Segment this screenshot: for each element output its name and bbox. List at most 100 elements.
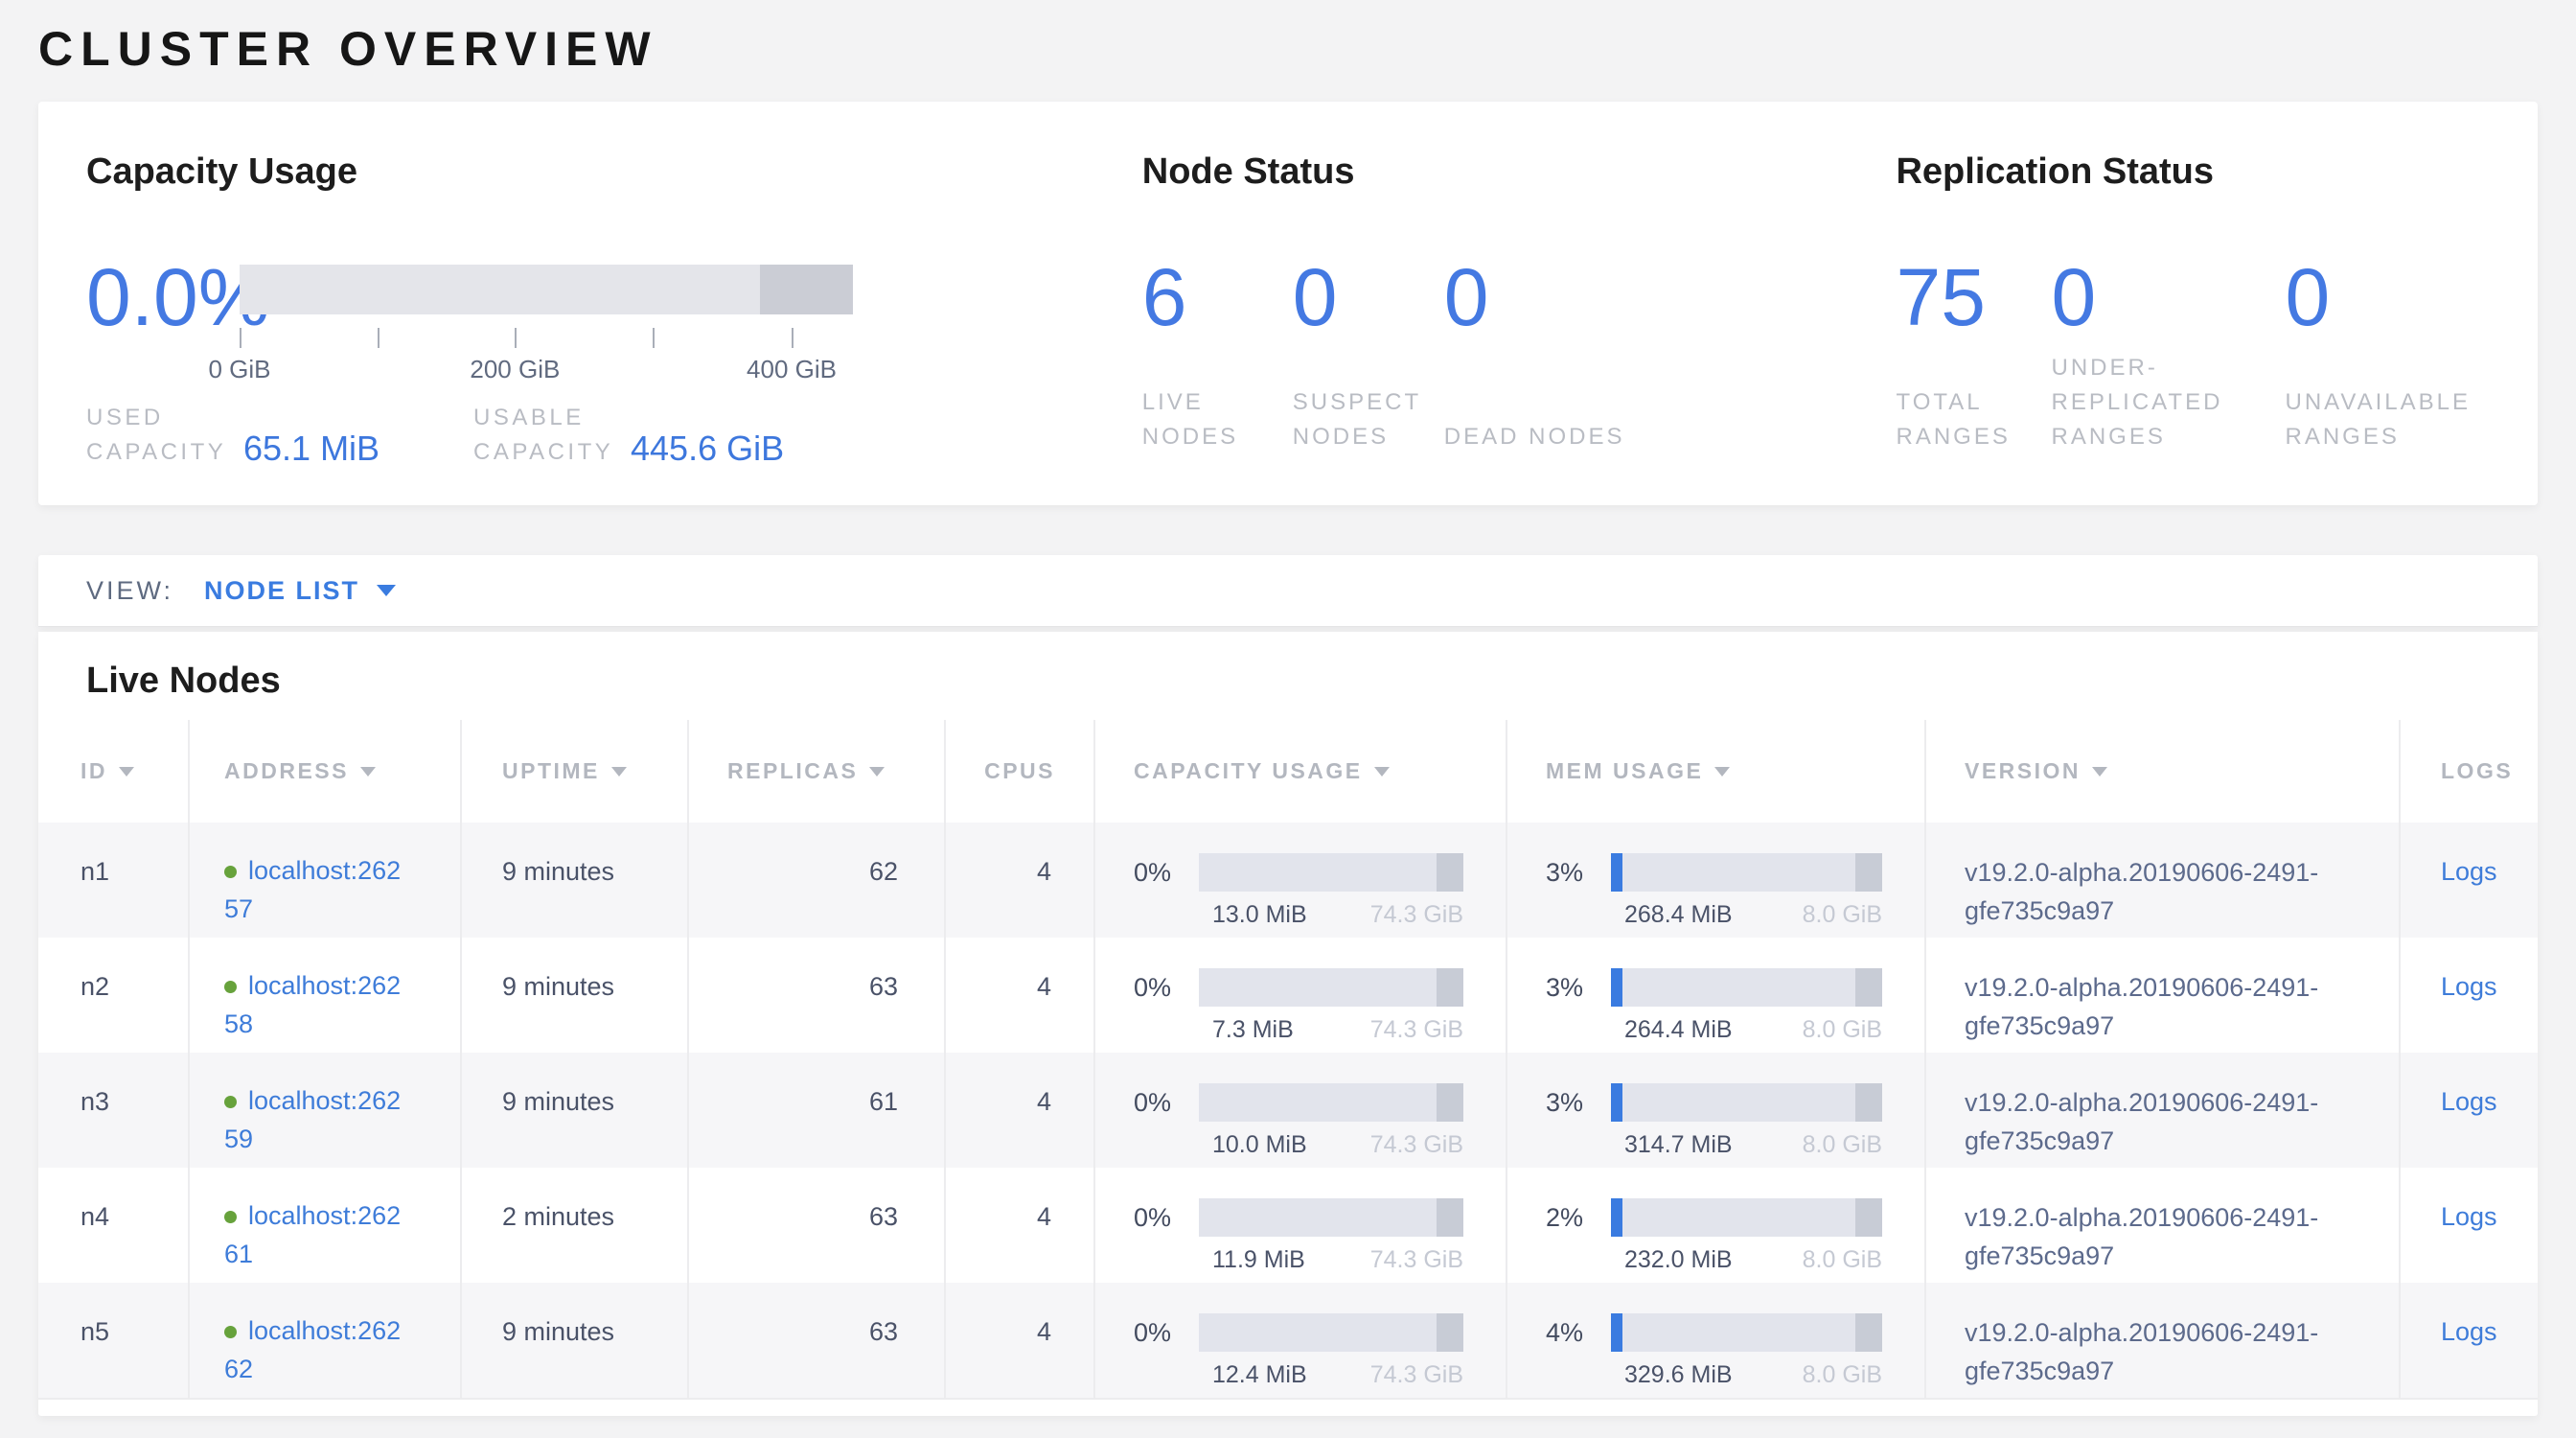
capacity-usage-section: Capacity Usage 0.0% 0 GiB200 GiB400 GiB … [86,102,1142,505]
node-id-cell: n4 [38,1168,189,1283]
replication-stat: 75TOTAL RANGES [1896,253,2051,454]
column-header-address[interactable]: ADDRESS [189,720,461,823]
logs-link[interactable]: Logs [2441,1317,2497,1346]
node-address-link[interactable]: localhost:26261 [224,1201,401,1268]
live-nodes-panel: Live Nodes IDADDRESSUPTIMEREPLICASCPUSCA… [38,632,2538,1416]
replication-stat-value: 0 [2285,253,2490,341]
logs-link[interactable]: Logs [2441,1087,2497,1116]
node-address-link[interactable]: localhost:26258 [224,971,401,1038]
axis-tick [240,328,242,348]
mem-bar-reserved-segment [1855,1083,1882,1122]
version-cell: v19.2.0-alpha.20190606-2491-gfe735c9a97 [1925,1168,2400,1283]
capacity-bar-reserved-segment [760,265,853,314]
replication-stat-label: UNDER-REPLICATED RANGES [2051,351,2285,454]
uptime-cell: 9 minutes [461,1283,688,1398]
axis-tick-label: 200 GiB [470,355,560,384]
node-status-stat: 0SUSPECT NODES [1293,253,1444,454]
replicas-cell: 62 [688,823,945,938]
column-header-logs: LOGS [2400,720,2538,823]
column-header-mem-usage[interactable]: MEM USAGE [1506,720,1925,823]
mem-bar-fill [1611,1198,1622,1237]
column-header-id[interactable]: ID [38,720,189,823]
column-header-version[interactable]: VERSION [1925,720,2400,823]
capacity-bar-track [240,265,853,314]
logs-cell: Logs [2400,823,2538,938]
mem-usage-cell: 4% 329.6 MiB 8.0 GiB [1506,1283,1925,1398]
capacity-percent-label: 0% [1134,1203,1199,1233]
replication-status-stats: 75TOTAL RANGES0UNDER-REPLICATED RANGES0U… [1896,253,2490,454]
table-header-row: IDADDRESSUPTIMEREPLICASCPUSCAPACITY USAG… [38,720,2538,823]
capacity-usage-bar: 0 GiB200 GiB400 GiB [240,265,853,382]
mem-bar-fill [1611,968,1622,1007]
cpus-cell: 4 [945,1053,1094,1168]
axis-tick [653,328,655,348]
usable-capacity-label: USABLE CAPACITY [473,401,617,470]
axis-tick [792,328,794,348]
node-status-stat-value: 0 [1444,253,1897,341]
mem-usage-cell: 2% 232.0 MiB 8.0 GiB [1506,1168,1925,1283]
mem-used-value: 264.4 MiB [1624,1016,1733,1044]
view-dropdown[interactable]: NODE LIST [204,576,359,606]
node-address-link[interactable]: localhost:26257 [224,856,401,923]
replication-stat-value: 0 [2051,253,2285,341]
node-id-cell: n5 [38,1283,189,1398]
replication-stat: 0 UNDER-REPLICATED RANGES [2051,253,2285,454]
cpus-cell: 4 [945,1168,1094,1283]
node-address-link[interactable]: localhost:26259 [224,1086,401,1153]
column-header-uptime[interactable]: UPTIME [461,720,688,823]
version-cell: v19.2.0-alpha.20190606-2491-gfe735c9a97 [1925,823,2400,938]
capacity-percent-label: 0% [1134,1088,1199,1118]
mem-bar [1611,968,1882,1007]
mem-total-value: 8.0 GiB [1803,901,1882,929]
live-status-dot-icon [224,1096,237,1108]
column-header-capacity-usage[interactable]: CAPACITY USAGE [1094,720,1506,823]
live-status-dot-icon [224,981,237,993]
capacity-bar-reserved-segment [1437,1313,1463,1352]
mem-bar-fill [1611,853,1622,892]
mem-bar [1611,853,1882,892]
cluster-summary-panel: Capacity Usage 0.0% 0 GiB200 GiB400 GiB … [38,102,2538,505]
live-status-dot-icon [224,1211,237,1223]
mem-bar [1611,1313,1882,1352]
version-cell: v19.2.0-alpha.20190606-2491-gfe735c9a97 [1925,938,2400,1053]
capacity-bar [1199,1083,1463,1122]
capacity-used-value: 11.9 MiB [1212,1246,1305,1274]
table-row: n2 localhost:26258 9 minutes 63 4 0% 7.3… [38,938,2538,1053]
cpus-cell: 4 [945,823,1094,938]
chevron-down-icon[interactable] [377,585,396,596]
capacity-bar-reserved-segment [1437,1198,1463,1237]
capacity-bar [1199,1198,1463,1237]
column-header-cpus: CPUS [945,720,1094,823]
column-header-replicas[interactable]: REPLICAS [688,720,945,823]
table-row: n4 localhost:26261 2 minutes 63 4 0% 11.… [38,1168,2538,1283]
mem-total-value: 8.0 GiB [1803,1361,1882,1389]
node-id-cell: n3 [38,1053,189,1168]
node-status-stat-label: DEAD NODES [1444,420,1897,454]
node-status-stat-label: LIVE NODES [1142,385,1293,454]
sort-caret-icon [360,767,376,777]
axis-tick-label: 400 GiB [747,355,837,384]
sort-caret-icon [2092,767,2107,777]
node-address-link[interactable]: localhost:26262 [224,1316,401,1383]
node-id-cell: n1 [38,823,189,938]
table-row: n5 localhost:26262 9 minutes 63 4 0% 12.… [38,1283,2538,1398]
used-capacity-stat: USED CAPACITY 65.1 MiB [86,401,473,470]
node-id-cell: n2 [38,938,189,1053]
live-status-dot-icon [224,1326,237,1338]
logs-link[interactable]: Logs [2441,972,2497,1001]
mem-percent-label: 3% [1546,1088,1611,1118]
logs-link[interactable]: Logs [2441,1202,2497,1231]
uptime-cell: 2 minutes [461,1168,688,1283]
sort-caret-icon [1714,767,1730,777]
used-capacity-value: 65.1 MiB [243,429,380,470]
mem-percent-label: 3% [1546,858,1611,888]
node-status-heading: Node Status [1142,150,1897,194]
mem-bar [1611,1083,1882,1122]
mem-usage-cell: 3% 268.4 MiB 8.0 GiB [1506,823,1925,938]
capacity-used-value: 13.0 MiB [1212,901,1307,929]
live-nodes-heading: Live Nodes [38,632,2538,703]
mem-percent-label: 4% [1546,1318,1611,1348]
mem-usage-cell: 3% 314.7 MiB 8.0 GiB [1506,1053,1925,1168]
logs-link[interactable]: Logs [2441,857,2497,886]
mem-used-value: 232.0 MiB [1624,1246,1733,1274]
